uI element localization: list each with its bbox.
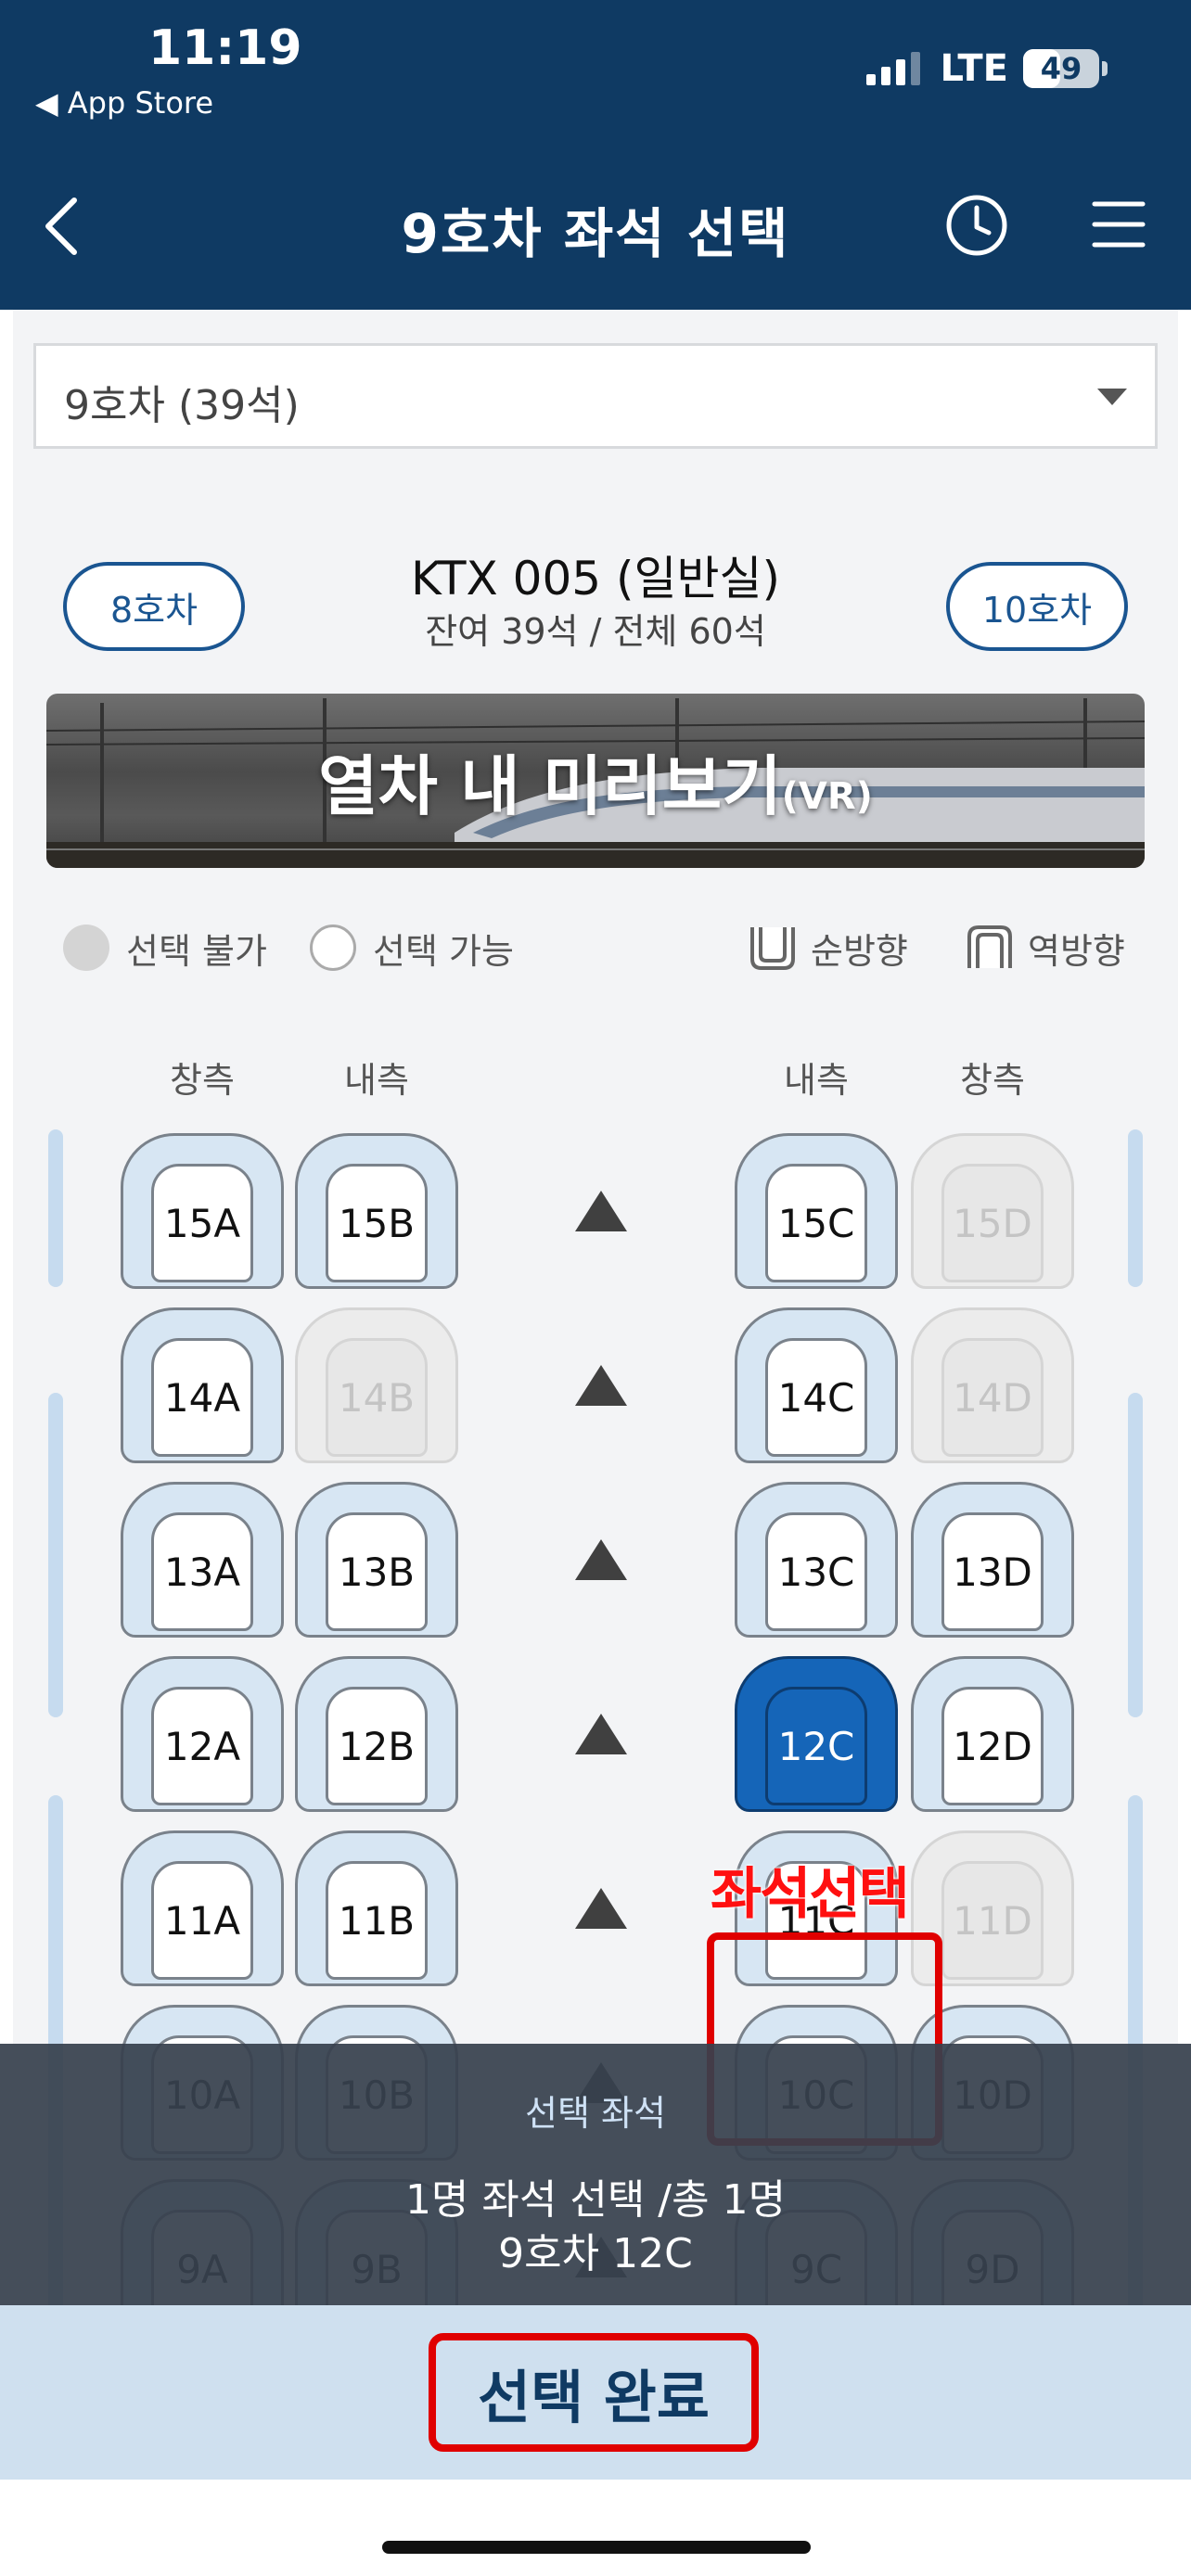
home-indicator — [382, 2541, 811, 2554]
vr-banner-title: 열차 내 미리보기 — [318, 748, 782, 824]
seat-15d: 15D — [911, 1133, 1074, 1289]
seat-number: 15D — [941, 1164, 1044, 1282]
app-header: 11:19 ◀ App Store LTE 49 9호차 좌석 선택 — [0, 0, 1191, 310]
next-car-button[interactable]: 10호차 — [946, 562, 1128, 651]
summary-seat: 9호차 12C — [498, 2230, 693, 2277]
window-wall — [1128, 1393, 1143, 1717]
direction-arrow-icon — [575, 1191, 627, 1231]
forward-seat-icon — [750, 927, 795, 970]
legend-unavailable-label: 선택 불가 — [126, 930, 267, 972]
legend-backward: 역방향 — [965, 922, 1125, 974]
legend-unavailable: 선택 불가 — [63, 922, 267, 974]
col-label-aisle-left: 내측 — [344, 1060, 409, 1101]
seat-number: 13D — [941, 1512, 1044, 1631]
col-label-aisle-right: 내측 — [784, 1060, 849, 1101]
vr-banner-text: 열차 내 미리보기(VR) — [46, 734, 1145, 828]
page-title: 9호차 좌석 선택 — [401, 202, 790, 265]
legend-available-label: 선택 가능 — [373, 930, 514, 972]
car-select-dropdown[interactable]: 9호차 (39석) — [33, 343, 1158, 449]
seat-14b: 14B — [295, 1307, 458, 1463]
seat-12b[interactable]: 12B — [295, 1656, 458, 1812]
legend-forward-label: 순방향 — [811, 930, 908, 972]
window-wall — [48, 1393, 63, 1717]
status-time: 11:19 — [148, 20, 302, 76]
seat-11b[interactable]: 11B — [295, 1830, 458, 1986]
seat-number: 11A — [151, 1861, 253, 1980]
confirm-bar: 선택 완료 — [0, 2305, 1191, 2480]
window-wall — [1128, 1129, 1143, 1287]
seat-13c[interactable]: 13C — [735, 1482, 898, 1638]
seat-15a[interactable]: 15A — [121, 1133, 284, 1289]
seat-12c[interactable]: 12C — [735, 1656, 898, 1812]
seat-number: 13A — [151, 1512, 253, 1631]
vr-banner-suffix: (VR) — [781, 775, 873, 818]
seat-15c[interactable]: 15C — [735, 1133, 898, 1289]
seat-number: 14D — [941, 1338, 1044, 1457]
backward-seat-icon — [967, 925, 1012, 968]
col-label-window-right: 창측 — [960, 1060, 1025, 1101]
status-indicators: LTE 49 — [865, 45, 1108, 93]
window-wall — [48, 1129, 63, 1287]
signal-icon — [865, 52, 920, 85]
seat-number: 11B — [326, 1861, 428, 1980]
seat-11a[interactable]: 11A — [121, 1830, 284, 1986]
summary-count: 1명 좌석 선택 /총 1명 — [404, 2176, 787, 2224]
seat-14c[interactable]: 14C — [735, 1307, 898, 1463]
network-type: LTE — [940, 47, 1008, 90]
summary-label: 선택 좌석 — [525, 2093, 666, 2134]
legend-backward-label: 역방향 — [1028, 930, 1125, 972]
seat-number: 14B — [326, 1338, 428, 1457]
seat-13a[interactable]: 13A — [121, 1482, 284, 1638]
direction-arrow-icon — [575, 1539, 627, 1580]
seat-number: 15A — [151, 1164, 253, 1282]
selection-summary: 선택 좌석 1명 좌석 선택 /총 1명 9호차 12C — [0, 2044, 1191, 2305]
seat-14a[interactable]: 14A — [121, 1307, 284, 1463]
seat-15b[interactable]: 15B — [295, 1133, 458, 1289]
battery-icon: 49 — [1023, 49, 1099, 88]
seat-13b[interactable]: 13B — [295, 1482, 458, 1638]
caret-down-icon — [1097, 389, 1127, 405]
direction-arrow-icon — [575, 1714, 627, 1754]
seat-12d[interactable]: 12D — [911, 1656, 1074, 1812]
col-label-window-left: 창측 — [170, 1060, 235, 1101]
seat-number: 12A — [151, 1687, 253, 1805]
battery-level: 49 — [1040, 51, 1082, 86]
legend-available: 선택 가능 — [310, 922, 514, 974]
seat-number: 13B — [326, 1512, 428, 1631]
seat-number: 12C — [765, 1687, 867, 1805]
direction-arrow-icon — [575, 1888, 627, 1929]
seat-number: 15B — [326, 1164, 428, 1282]
car-select-value: 9호차 (39석) — [64, 382, 300, 429]
vr-preview-banner[interactable]: 열차 내 미리보기(VR) — [46, 694, 1145, 868]
confirm-selection-button[interactable]: 선택 완료 — [429, 2333, 759, 2452]
annotation-label: 좌석선택 — [711, 1862, 910, 1927]
unavailable-dot-icon — [63, 925, 109, 971]
seat-14d: 14D — [911, 1307, 1074, 1463]
seat-13d[interactable]: 13D — [911, 1482, 1074, 1638]
seat-number: 12D — [941, 1687, 1044, 1805]
seat-number: 15C — [765, 1164, 867, 1282]
legend-forward: 순방향 — [748, 922, 908, 974]
battery-tip — [1102, 61, 1108, 76]
seat-12a[interactable]: 12A — [121, 1656, 284, 1812]
clock-icon[interactable] — [944, 193, 1009, 258]
hamburger-menu-icon[interactable] — [1091, 197, 1146, 252]
seat-number: 14C — [765, 1338, 867, 1457]
direction-arrow-icon — [575, 1365, 627, 1406]
seat-number: 14A — [151, 1338, 253, 1457]
available-dot-icon — [310, 925, 356, 971]
seat-number: 11D — [941, 1861, 1044, 1980]
back-to-app-store-link[interactable]: ◀ App Store — [35, 85, 213, 121]
seat-number: 12B — [326, 1687, 428, 1805]
seat-number: 13C — [765, 1512, 867, 1631]
